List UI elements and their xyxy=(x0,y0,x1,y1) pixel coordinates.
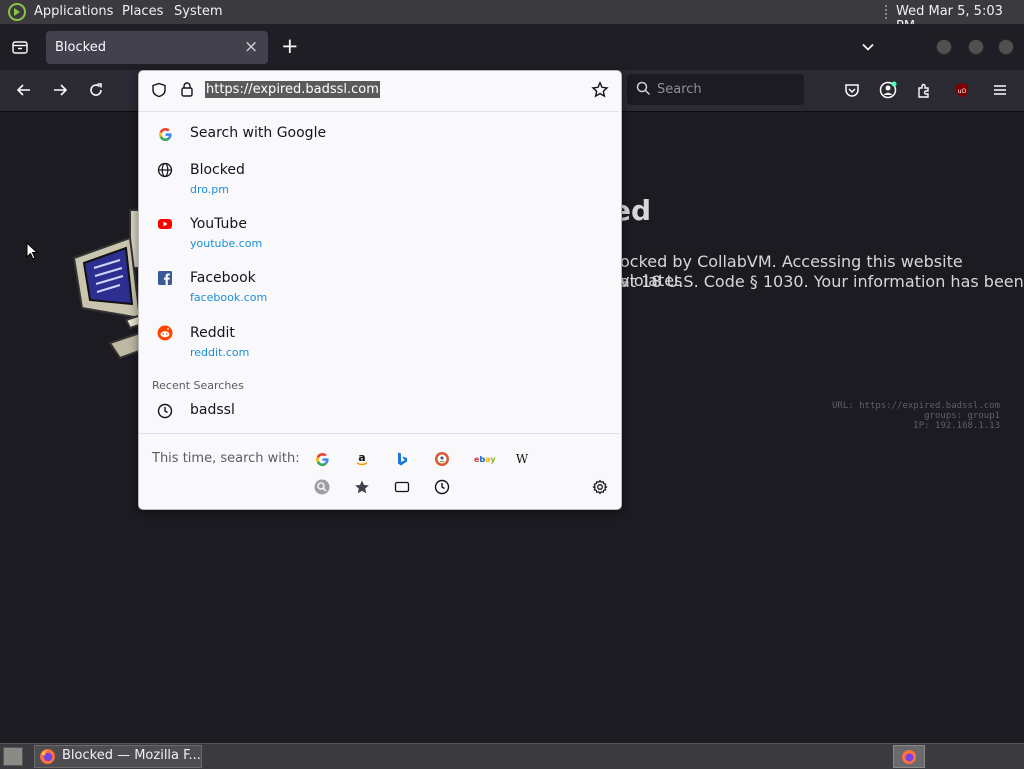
search-with-google-label: Search with Google xyxy=(190,125,327,141)
top-panel: Applications Places System Wed Mar 5, 5:… xyxy=(0,0,1024,34)
suggestion-url: reddit.com xyxy=(190,346,250,359)
suggestion-url: youtube.com xyxy=(190,237,263,250)
page-info-block: URL: https://expired.badssl.com groups: … xyxy=(780,401,1000,431)
mouse-cursor-icon xyxy=(26,242,38,260)
forward-icon[interactable] xyxy=(46,76,74,104)
recent-search-row[interactable]: badssl xyxy=(139,399,619,423)
menu-applications[interactable]: Applications xyxy=(34,4,113,19)
panel-separator xyxy=(885,5,889,19)
taskbar-window-title: Blocked — Mozilla F... xyxy=(62,748,201,763)
maximize-button[interactable] xyxy=(968,39,984,55)
page-text-line-2: at 18 U.S. Code § 1030. Your information… xyxy=(620,272,1024,291)
ublock-origin-icon[interactable]: uO xyxy=(948,76,976,104)
youtube-icon xyxy=(157,216,173,232)
workspace-switcher[interactable] xyxy=(893,745,925,768)
close-window-button[interactable] xyxy=(998,39,1014,55)
search-placeholder: Search xyxy=(657,82,702,97)
tracking-protection-shield-icon[interactable] xyxy=(151,82,167,102)
wikipedia-engine-icon[interactable]: W xyxy=(514,451,530,467)
page-info-ip: IP: 192.168.1.13 xyxy=(913,421,1000,431)
facebook-icon xyxy=(157,270,173,286)
back-icon[interactable] xyxy=(10,76,38,104)
bing-engine-icon[interactable] xyxy=(394,451,410,467)
urlbar-popup: https://expired.badssl.com Search with G… xyxy=(138,70,622,510)
ebay-engine-icon[interactable]: ebay xyxy=(474,451,496,467)
suggestion-url: facebook.com xyxy=(190,291,268,304)
hamburger-menu-icon[interactable] xyxy=(986,76,1014,104)
globe-icon xyxy=(157,162,173,178)
search-with-google-row[interactable]: Search with Google xyxy=(139,121,619,147)
search-settings-gear-icon[interactable] xyxy=(592,479,608,495)
tab-active[interactable]: Blocked × xyxy=(46,31,268,64)
this-time-search-with-label: This time, search with: xyxy=(152,451,300,466)
search-icon xyxy=(636,81,651,100)
pocket-icon[interactable] xyxy=(838,76,866,104)
recent-searches-header: Recent Searches xyxy=(152,379,244,392)
url-input[interactable]: https://expired.badssl.com xyxy=(205,81,380,98)
lock-icon[interactable] xyxy=(179,81,195,102)
svg-text:W: W xyxy=(516,452,529,466)
google-icon xyxy=(157,126,173,142)
firefox-icon xyxy=(39,748,56,769)
divider xyxy=(139,111,619,112)
divider xyxy=(139,433,619,434)
recent-search-label: badssl xyxy=(190,402,235,418)
svg-text:uO: uO xyxy=(958,88,967,95)
show-desktop-button[interactable] xyxy=(3,747,23,766)
bookmarks-star-icon[interactable] xyxy=(354,479,370,495)
taskbar-window-button[interactable]: Blocked — Mozilla F... xyxy=(34,745,202,768)
history-icon[interactable] xyxy=(434,479,450,495)
account-icon[interactable] xyxy=(874,76,902,104)
suggestion-row-youtube[interactable]: YouTube youtube.com xyxy=(139,213,619,253)
page-info-url: URL: https://expired.badssl.com xyxy=(832,401,1000,411)
search-bar[interactable]: Search xyxy=(627,74,804,105)
amazon-engine-icon[interactable]: a xyxy=(354,451,370,467)
duckduckgo-engine-icon[interactable] xyxy=(434,451,450,467)
suggestion-title: Reddit xyxy=(190,325,235,341)
reddit-icon xyxy=(157,325,173,341)
suggestion-title: Blocked xyxy=(190,162,245,178)
bookmark-star-icon[interactable] xyxy=(591,81,609,103)
distro-logo-icon[interactable] xyxy=(8,3,26,25)
search-engine-magnifier-icon[interactable] xyxy=(314,479,330,495)
chevron-down-icon[interactable] xyxy=(854,33,882,61)
suggestion-url: dro.pm xyxy=(190,183,229,196)
list-all-tabs-icon[interactable] xyxy=(6,33,34,61)
svg-text:a: a xyxy=(358,451,365,464)
new-tab-button[interactable]: + xyxy=(281,34,299,58)
reload-icon[interactable] xyxy=(82,76,110,104)
google-engine-icon[interactable] xyxy=(314,451,330,467)
suggestion-title: Facebook xyxy=(190,270,256,286)
tabs-icon[interactable] xyxy=(394,479,410,495)
tab-title: Blocked xyxy=(55,40,106,55)
history-clock-icon xyxy=(157,403,173,419)
suggestion-row-blocked[interactable]: Blocked dro.pm xyxy=(139,159,619,199)
menu-places[interactable]: Places xyxy=(122,4,163,19)
menu-system[interactable]: System xyxy=(174,4,222,19)
svg-text:ebay: ebay xyxy=(474,455,496,464)
suggestion-row-reddit[interactable]: Reddit reddit.com xyxy=(139,322,619,362)
minimize-button[interactable] xyxy=(936,39,952,55)
suggestion-title: YouTube xyxy=(190,216,247,232)
extensions-icon[interactable] xyxy=(910,76,938,104)
suggestion-row-facebook[interactable]: Facebook facebook.com xyxy=(139,267,619,307)
tab-close-button[interactable]: × xyxy=(244,37,258,57)
taskbar: Blocked — Mozilla F... xyxy=(0,743,1024,769)
page-info-groups: groups: group1 xyxy=(924,411,1000,421)
